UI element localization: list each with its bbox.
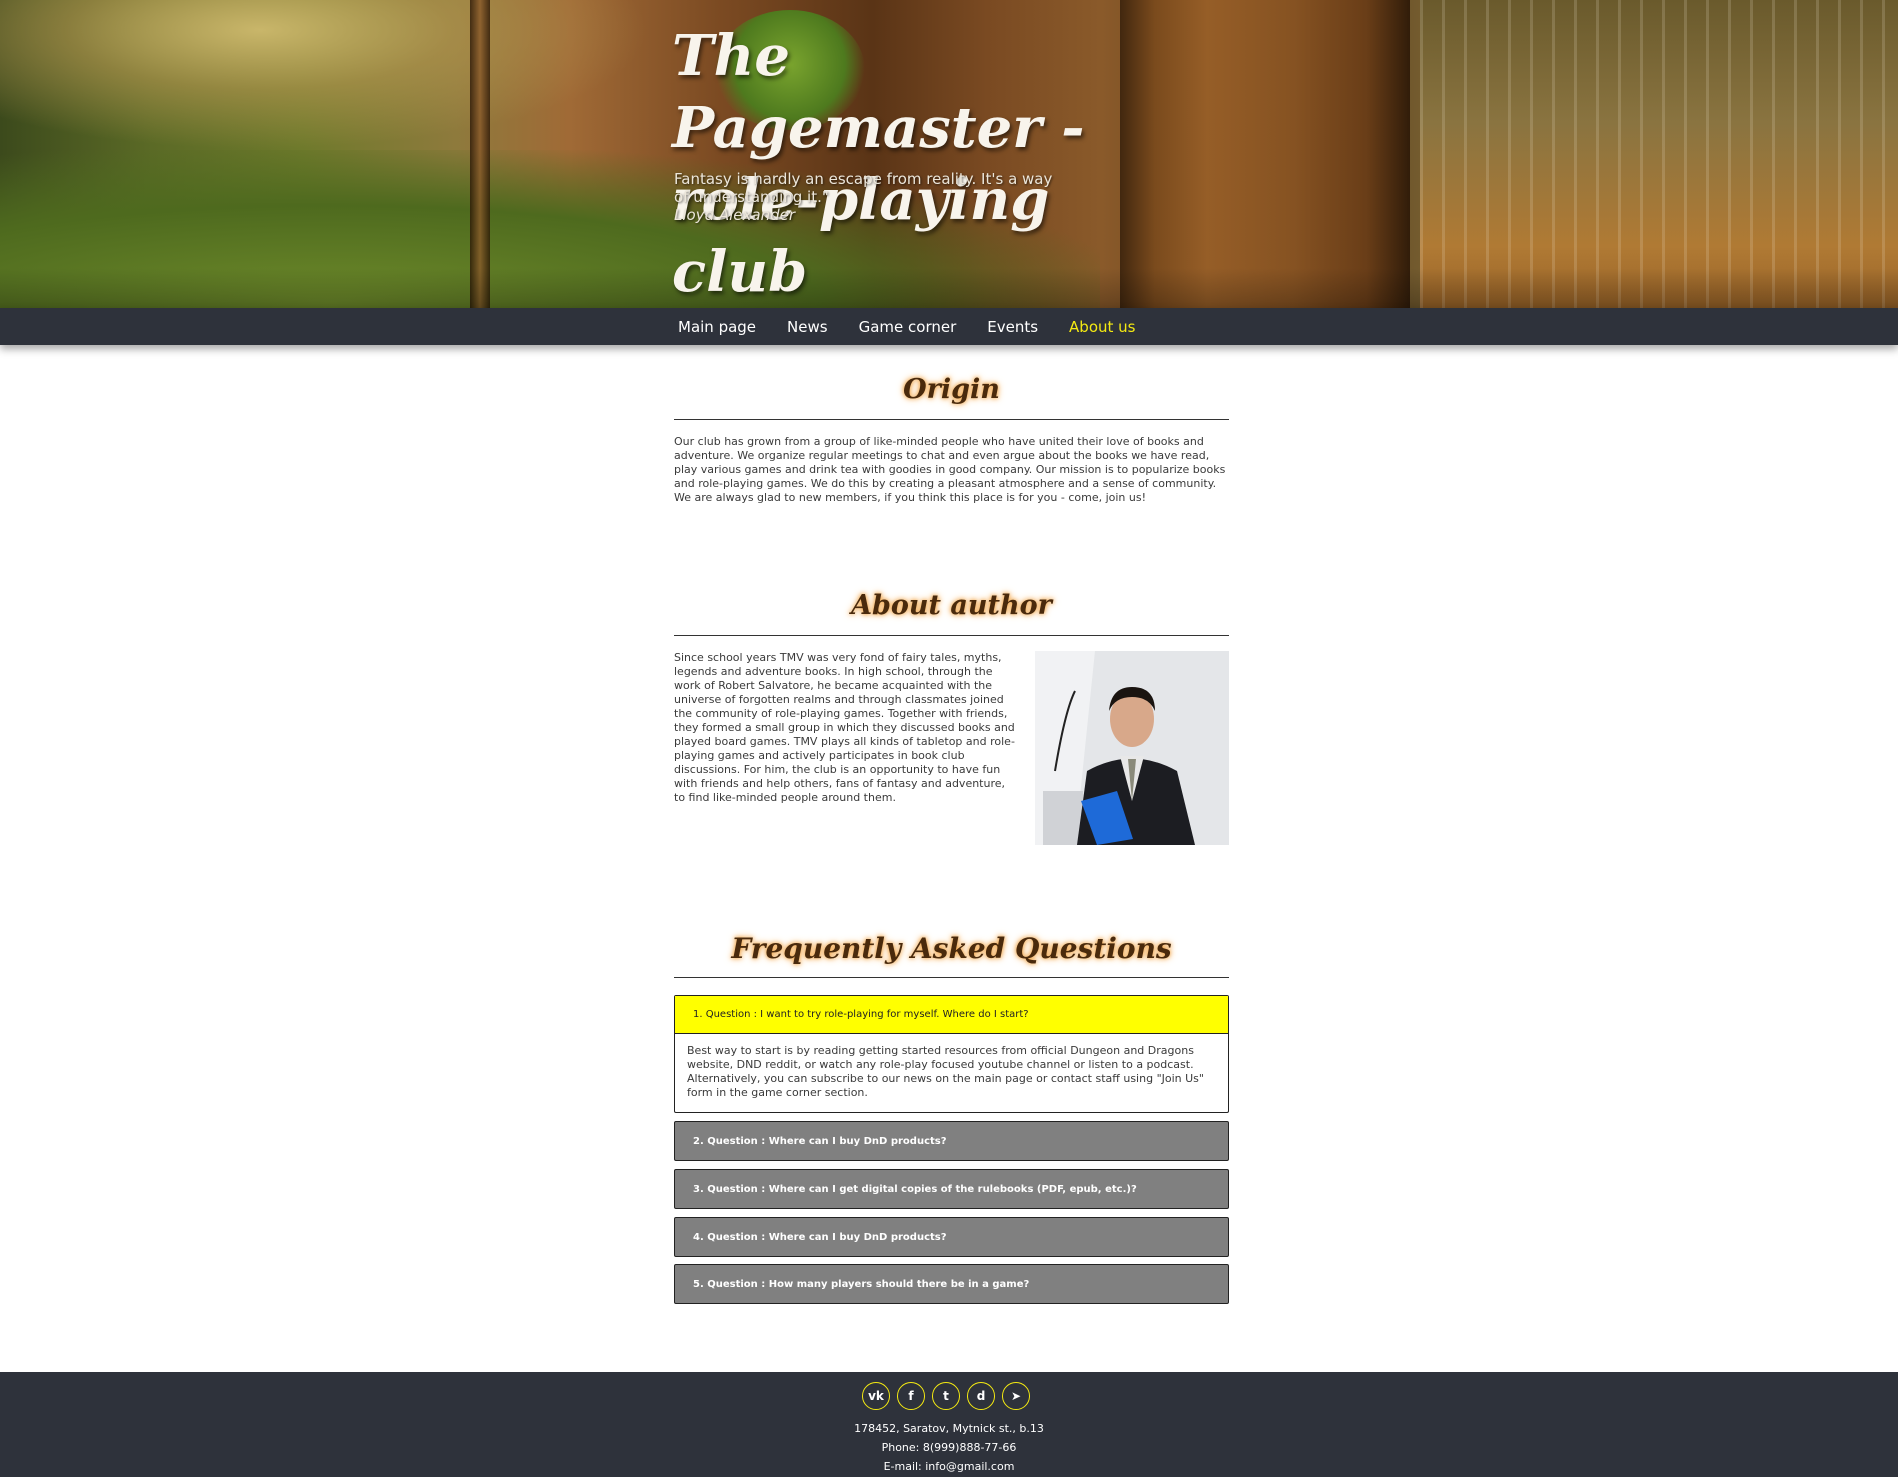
author-text: Since school years TMV was very fond of … [674,651,1015,804]
twitter-icon[interactable]: t [932,1382,960,1410]
origin-text: Our club has grown from a group of like-… [674,435,1226,504]
faq-question-5[interactable]: 5. Question : How many players should th… [675,1265,1228,1303]
faq-question-1[interactable]: 1. Question : I want to try role-playing… [675,996,1228,1034]
author-divider [674,635,1229,636]
hero-forest [1420,0,1898,308]
nav-item-news[interactable]: News [787,318,828,336]
nav-item-about-us[interactable]: About us [1069,318,1135,336]
author-title: About author [851,590,1052,621]
faq-item-1: 1. Question : I want to try role-playing… [674,995,1229,1113]
hero-sky [0,0,650,150]
footer-address: 178452, Saratov, Mytnick st., b.13 [854,1422,1044,1435]
hero-book-edge [470,0,490,308]
faq-item-5: 5. Question : How many players should th… [674,1264,1229,1304]
author-photo-image [1035,651,1229,845]
social-links: vk f t d ➤ [862,1382,1037,1410]
discord-icon[interactable]: d [967,1382,995,1410]
quote-author: Lloyd Alexander [674,206,796,224]
site-footer: vk f t d ➤ 178452, Saratov, Mytnick st.,… [0,1372,1898,1477]
vk-icon[interactable]: vk [862,1382,890,1410]
footer-phone: Phone: 8(999)888-77-66 [881,1441,1017,1454]
quote-text: Fantasy is hardly an escape from reality… [674,170,1053,206]
faq-item-3: 3. Question : Where can I get digital co… [674,1169,1229,1209]
origin-divider [674,419,1229,420]
nav-item-events[interactable]: Events [987,318,1038,336]
site-title: The Pagemaster - role-playing club [672,23,1085,305]
nav-item-game-corner[interactable]: Game corner [859,318,957,336]
faq-question-2[interactable]: 2. Question : Where can I buy DnD produc… [675,1122,1228,1160]
faq-item-4: 4. Question : Where can I buy DnD produc… [674,1217,1229,1257]
origin-title: Origin [903,374,1000,405]
faq-title: Frequently Asked Questions [731,932,1172,965]
faq-question-4[interactable]: 4. Question : Where can I buy DnD produc… [675,1218,1228,1256]
author-photo [1035,651,1229,845]
nav-item-main-page[interactable]: Main page [678,318,756,336]
nav-list: Main page News Game corner Events About … [678,308,1167,345]
telegram-icon[interactable]: ➤ [1002,1382,1030,1410]
hero-banner: The Pagemaster - role-playing club Fanta… [0,0,1898,308]
faq-answer-1: Best way to start is by reading getting … [687,1044,1204,1099]
main-nav: Main page News Game corner Events About … [0,308,1898,345]
faq-question-3[interactable]: 3. Question : Where can I get digital co… [675,1170,1228,1208]
facebook-icon[interactable]: f [897,1382,925,1410]
hero-quote: Fantasy is hardly an escape from reality… [674,170,1054,224]
faq-divider [674,977,1229,978]
faq-item-2: 2. Question : Where can I buy DnD produc… [674,1121,1229,1161]
footer-email: E-mail: info@gmail.com [883,1460,1015,1473]
hero-book-spine [1120,0,1410,308]
